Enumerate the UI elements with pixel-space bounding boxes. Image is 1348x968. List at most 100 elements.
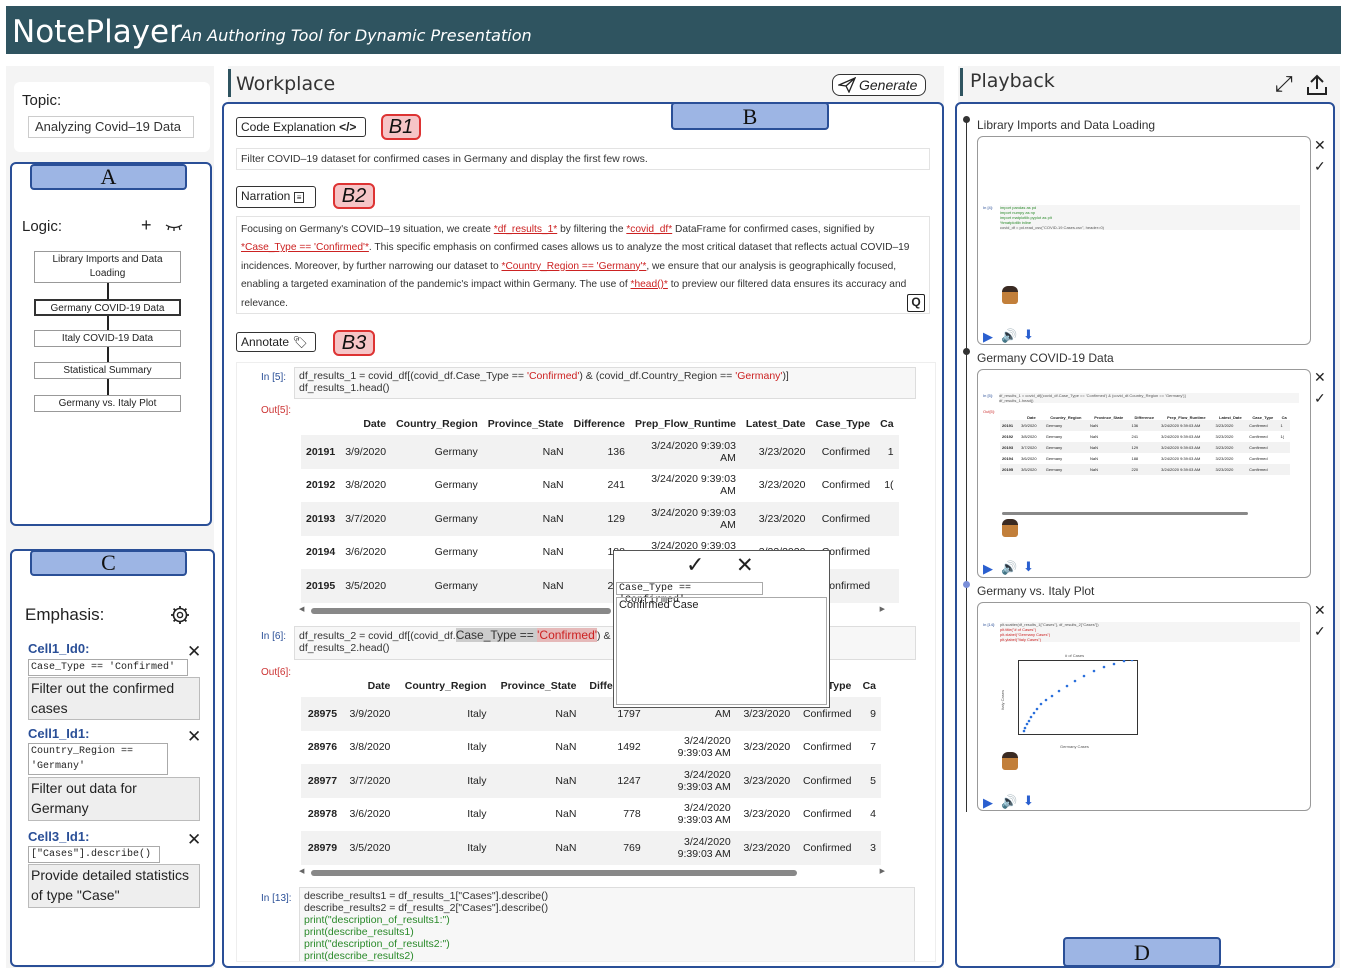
mini-table-cell: 20191 — [1002, 423, 1014, 428]
b1-tag: B1 — [381, 114, 421, 140]
code-text: describe_results2 = df_results_2["Cases"… — [304, 902, 549, 914]
code-explanation-text[interactable]: Filter COVID–19 dataset for confirmed ca… — [236, 148, 930, 170]
table-cell: 241 — [607, 479, 625, 492]
table-cell: Italy — [395, 831, 492, 865]
narration-emphasis[interactable]: *Case_Type == 'Confirmed'* — [241, 242, 369, 253]
accept-slide-check-icon[interactable]: ✓ — [1314, 623, 1326, 640]
delete-slide-close-icon[interactable]: ✕ — [1314, 369, 1326, 386]
topic-input[interactable]: Analyzing Covid–19 Data — [28, 116, 194, 138]
q-button[interactable]: Q — [907, 294, 925, 312]
table-cell: 5 — [856, 764, 881, 798]
play-icon[interactable]: ▶ — [983, 561, 993, 577]
download-icon[interactable]: ⬇ — [1023, 559, 1034, 575]
settings-gear-icon[interactable] — [170, 605, 190, 625]
column-header: Country_Region — [404, 680, 487, 692]
narration-emphasis[interactable]: *Country_Region == 'Germany'* — [501, 261, 646, 272]
table-cell: 20194 — [306, 546, 336, 559]
narration-button[interactable]: Narration ≡ — [236, 186, 316, 208]
code-text: ) & (covid_df.Country_Region == — [579, 370, 736, 382]
table-cell: 28976 — [307, 741, 338, 754]
panel-d-tag: D — [1063, 937, 1221, 967]
table-cell: NaN — [491, 697, 582, 731]
accept-slide-check-icon[interactable]: ✓ — [1314, 158, 1326, 175]
narration-label: Narration — [241, 189, 291, 203]
table-cell: 3/7/2020 — [340, 502, 392, 536]
delete-slide-close-icon[interactable]: ✕ — [1314, 602, 1326, 619]
mini-table-cell: 3/24/2020 9:39:03 AM — [1161, 434, 1201, 439]
narration-emphasis[interactable]: *df_results_1* — [494, 224, 557, 235]
narration-segment: by filtering the — [557, 224, 627, 235]
code-cell-5[interactable]: df_results_1 = covid_df[(covid_df.Case_T… — [294, 367, 916, 399]
table-cell: 3 — [856, 831, 881, 865]
upload-icon[interactable] — [1306, 73, 1328, 97]
cell-out-label: Out[6]: — [261, 667, 292, 678]
annotate-button[interactable]: Annotate 🏷 — [236, 332, 316, 352]
logic-node-4[interactable]: Statistical Summary — [34, 362, 181, 379]
slide-card[interactable] — [977, 136, 1311, 345]
accept-slide-check-icon[interactable]: ✓ — [1314, 390, 1326, 407]
slide-title: Germany vs. Italy Plot — [977, 584, 1095, 598]
table-cell: NaN — [555, 808, 577, 821]
scatter-point — [1092, 669, 1096, 673]
mini-in-label: In [14]: — [983, 622, 996, 627]
remove-emphasis-close-icon[interactable]: ✕ — [187, 831, 201, 848]
app-subtitle: An Authoring Tool for Dynamic Presentati… — [181, 26, 532, 45]
volume-icon[interactable]: 🔊 — [1001, 328, 1017, 344]
table-cell: Italy — [467, 741, 487, 754]
emphasis-cell-text[interactable]: Provide detailed statistics of type "Cas… — [28, 864, 200, 908]
code-cell-13[interactable]: describe_results1 = df_results_1["Cases"… — [299, 887, 915, 961]
document-icon: ≡ — [293, 192, 305, 203]
table-cell: 1( — [884, 479, 894, 492]
table-cell: 129 — [568, 502, 630, 536]
download-icon[interactable]: ⬇ — [1023, 793, 1034, 809]
volume-icon[interactable]: 🔊 — [1001, 794, 1017, 810]
remove-emphasis-close-icon[interactable]: ✕ — [187, 643, 201, 660]
mini-scatter-chart: # of Cases Italy Cases Germany Cases — [1000, 650, 1150, 750]
logic-node-1[interactable]: Library Imports and Data Loading — [34, 251, 181, 283]
link-icon[interactable] — [164, 222, 184, 232]
table-cell: 3/6/2020 — [345, 546, 387, 559]
delete-slide-close-icon[interactable]: ✕ — [1314, 137, 1326, 154]
table-cell: 3/24/2020 9:39:03 AM — [629, 435, 741, 469]
cell-out-label: Out[5]: — [261, 405, 292, 416]
narration-emphasis[interactable]: *head()* — [630, 279, 667, 290]
generate-button[interactable]: Generate — [832, 74, 926, 96]
table-scrollbar[interactable]: ◀ ▶ — [299, 868, 885, 877]
playback-title: Playback — [970, 70, 1055, 92]
download-icon[interactable]: ⬇ — [1023, 327, 1034, 343]
panel-c-tag: C — [30, 550, 187, 576]
table-cell: 3/8/2020 — [349, 741, 391, 754]
mini-table-cell: Germany — [1045, 456, 1063, 461]
scatter-point — [1035, 707, 1039, 711]
table-row: 28979 3/5/2020 Italy NaN 769 3/24/2020 9:39:0… — [301, 831, 881, 865]
add-node-button[interactable]: + — [141, 215, 152, 236]
mini-table-cell: 129 — [1131, 445, 1139, 450]
emphasis-cell-text[interactable]: Filter out data for Germany — [28, 777, 200, 821]
mini-chart-xlabel: Germany Cases — [1060, 744, 1089, 749]
scatter-point — [1039, 702, 1043, 706]
mini-table-cell: NaN — [1090, 456, 1099, 461]
volume-icon[interactable]: 🔊 — [1001, 560, 1017, 576]
logic-node-2[interactable]: Germany COVID-19 Data — [34, 299, 181, 316]
scatter-point — [1044, 698, 1048, 702]
play-icon[interactable]: ▶ — [983, 795, 993, 811]
popup-annotation-input[interactable]: Confirmed Case — [616, 597, 827, 705]
table-cell: 28975 — [301, 697, 343, 731]
panel-a-tag: A — [30, 164, 187, 190]
play-icon[interactable]: ▶ — [983, 329, 993, 345]
table-cell: 3/23/2020 — [740, 435, 811, 469]
mini-table-cell: 20194 — [1002, 456, 1014, 461]
logic-node-3[interactable]: Italy COVID-19 Data — [34, 330, 181, 347]
remove-emphasis-close-icon[interactable]: ✕ — [187, 728, 201, 745]
code-explanation-button[interactable]: Code Explanation </> — [236, 117, 366, 137]
table-cell: 7 — [870, 741, 876, 754]
confirm-check-icon[interactable]: ✓ — [686, 552, 704, 578]
emphasis-cell-text[interactable]: Filter out the confirmed cases — [28, 677, 200, 720]
cancel-close-icon[interactable]: ✕ — [736, 553, 754, 578]
table-row: 20193 3/7/2020 Germany NaN 129 3/24/2020 9:39… — [301, 502, 899, 536]
narration-text[interactable]: Focusing on Germany's COVID–19 situation… — [236, 216, 930, 314]
narration-emphasis[interactable]: *covid_df* — [626, 224, 672, 235]
logic-node-5[interactable]: Germany vs. Italy Plot — [34, 395, 181, 412]
workplace-accent — [228, 69, 231, 97]
expand-icon[interactable]: ⤢ — [1275, 71, 1293, 97]
